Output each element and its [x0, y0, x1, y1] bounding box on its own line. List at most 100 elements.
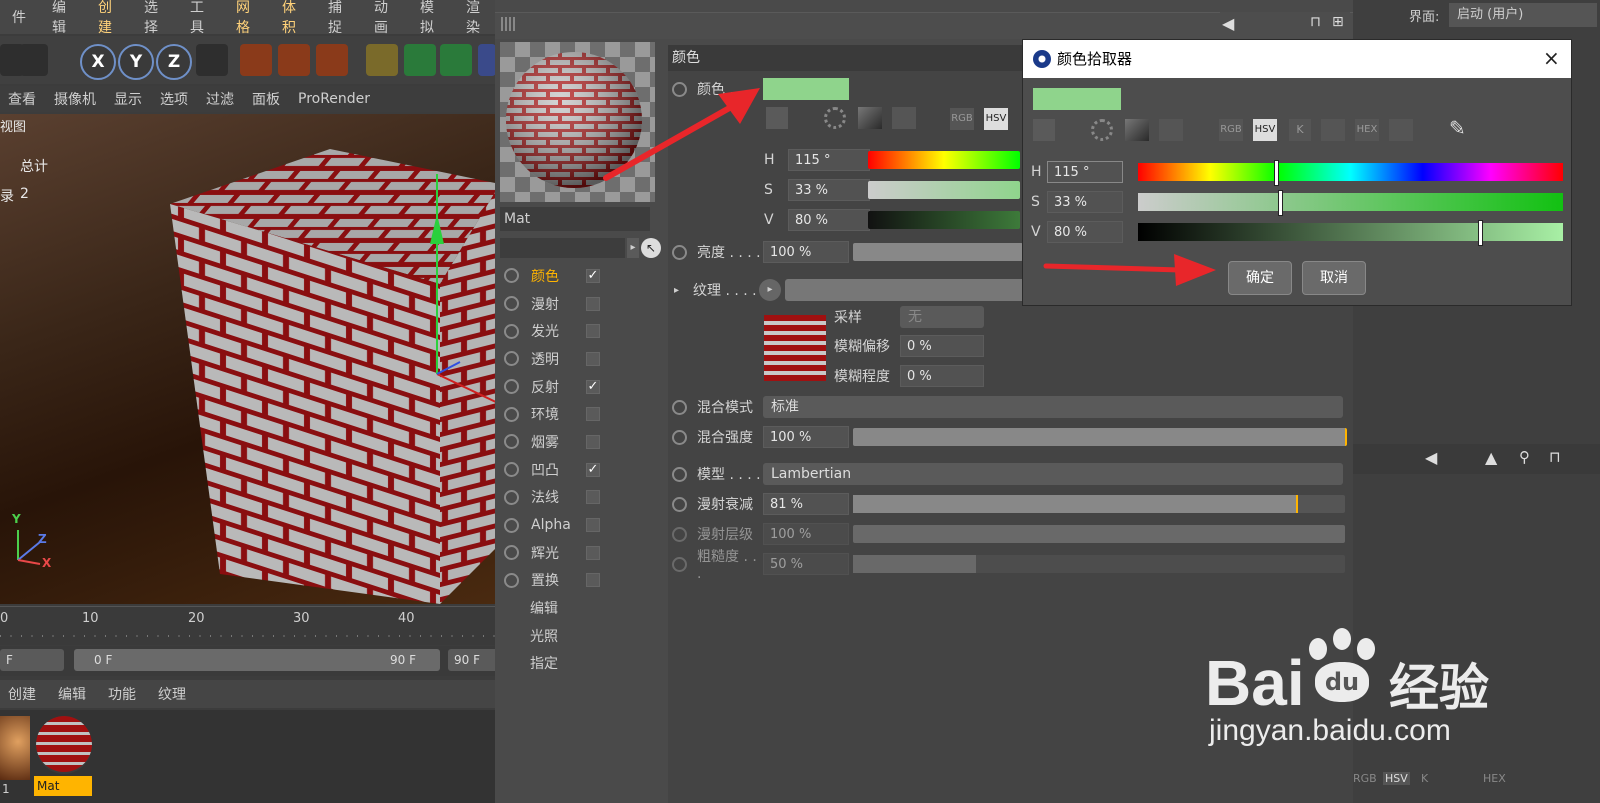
channel-checkbox[interactable]: [586, 490, 600, 505]
channel-radio[interactable]: [504, 462, 519, 478]
view-menu-item[interactable]: 过滤: [206, 89, 234, 109]
y-axis-button[interactable]: Y: [118, 44, 154, 80]
section-illumination[interactable]: 光照: [500, 622, 660, 650]
hex-mode-button[interactable]: HEX: [1355, 119, 1379, 141]
mix-mode-dropdown[interactable]: 标准: [763, 396, 1343, 418]
channel-checkbox[interactable]: ✓: [586, 268, 600, 283]
blur-scale-field[interactable]: 0 %: [900, 365, 984, 387]
sampling-dropdown[interactable]: 无: [900, 306, 984, 328]
ok-button[interactable]: 确定: [1228, 261, 1292, 295]
frame-range-slider[interactable]: 0 F 90 F: [74, 649, 440, 671]
channel-radio[interactable]: [504, 545, 519, 561]
swatches-icon[interactable]: [1389, 119, 1413, 141]
channel-fog[interactable]: 烟雾: [500, 428, 660, 456]
rgb-mode-button[interactable]: RGB: [1353, 772, 1377, 785]
search-icon[interactable]: ⚲: [1519, 448, 1530, 466]
coordinate-system-icon[interactable]: [196, 44, 228, 76]
saturation-thumb[interactable]: [1278, 190, 1284, 216]
matmgr-menu-item[interactable]: 功能: [108, 684, 136, 704]
menu-item[interactable]: 渲染: [466, 0, 486, 37]
spectrum-square-icon[interactable]: [858, 107, 882, 129]
param-radio[interactable]: [672, 466, 687, 482]
value-field[interactable]: 80 %: [788, 209, 870, 231]
expand-arrow-icon[interactable]: ▸: [674, 285, 679, 296]
hsv-mode-button[interactable]: HSV: [1253, 119, 1277, 141]
deformer-icon[interactable]: [478, 44, 496, 76]
channel-checkbox[interactable]: [586, 434, 600, 449]
hex-mode-button[interactable]: HEX: [1483, 772, 1506, 785]
menu-item[interactable]: 捕捉: [328, 0, 348, 37]
channel-glow[interactable]: 辉光: [500, 539, 660, 567]
menu-item[interactable]: 编辑: [52, 0, 72, 37]
mix-strength-slider[interactable]: [853, 428, 1347, 446]
channel-bump[interactable]: 凹凸 ✓: [500, 456, 660, 484]
channel-radio[interactable]: [504, 296, 519, 312]
picker-value-slider[interactable]: [1138, 220, 1563, 246]
material-search-field[interactable]: [500, 238, 625, 258]
pointer-icon[interactable]: ↖: [641, 238, 661, 258]
channel-color[interactable]: 颜色 ✓: [500, 262, 660, 290]
param-radio[interactable]: [672, 496, 687, 512]
picker-value-field[interactable]: 80 %: [1047, 221, 1123, 243]
kelvin-mode-button[interactable]: K: [1421, 772, 1428, 785]
channel-radio[interactable]: [504, 434, 519, 450]
material-thumb-1[interactable]: [0, 716, 30, 780]
diffuse-level-field[interactable]: 100 %: [763, 523, 849, 545]
value-slider[interactable]: [868, 211, 1020, 229]
channel-displacement[interactable]: 置换: [500, 567, 660, 595]
view-menu-item[interactable]: 摄像机: [54, 89, 96, 109]
channel-checkbox[interactable]: [586, 518, 600, 533]
param-radio[interactable]: [672, 429, 687, 445]
brightness-slider[interactable]: [853, 243, 1023, 261]
saturation-slider[interactable]: [868, 181, 1020, 199]
matmgr-menu-item[interactable]: 编辑: [58, 684, 86, 704]
picker-hue-slider[interactable]: [1138, 160, 1563, 186]
diffuse-level-slider[interactable]: [853, 525, 1345, 543]
matmgr-menu-item[interactable]: 纹理: [158, 684, 186, 704]
material-name-field[interactable]: Mat: [500, 207, 650, 231]
spectrum-icon[interactable]: [1033, 119, 1055, 141]
channel-checkbox[interactable]: ✓: [586, 462, 600, 477]
eyedropper-icon[interactable]: ✎: [1449, 116, 1466, 140]
x-axis-button[interactable]: X: [80, 44, 116, 80]
channel-checkbox[interactable]: [586, 351, 600, 366]
color-swatch[interactable]: [763, 78, 849, 100]
channel-checkbox[interactable]: ✓: [586, 379, 600, 394]
texture-menu-button[interactable]: ▸: [759, 279, 782, 301]
cancel-button[interactable]: 取消: [1302, 261, 1366, 295]
start-frame-field[interactable]: F: [0, 649, 64, 671]
render-view-icon[interactable]: [240, 44, 272, 76]
menu-item[interactable]: 动画: [374, 0, 394, 37]
subdivision-icon[interactable]: [440, 44, 472, 76]
lock-icon[interactable]: ⊓: [1549, 448, 1561, 466]
menu-item[interactable]: 工具: [190, 0, 210, 37]
back-arrow-icon[interactable]: ◀: [1222, 14, 1234, 33]
roughness-slider[interactable]: [853, 555, 1345, 573]
texture-slot[interactable]: [785, 279, 1026, 301]
channel-checkbox[interactable]: [586, 324, 600, 339]
menu-item[interactable]: 模拟: [420, 0, 440, 37]
render-picture-viewer-icon[interactable]: [278, 44, 310, 76]
menu-item[interactable]: 件: [12, 7, 26, 27]
up-arrow-icon[interactable]: ▲: [1485, 448, 1497, 467]
render-settings-icon[interactable]: [316, 44, 348, 76]
menu-item[interactable]: 选择: [144, 0, 164, 37]
color-wheel-icon[interactable]: [1091, 119, 1113, 141]
value-thumb[interactable]: [1478, 220, 1483, 246]
channel-checkbox[interactable]: [586, 407, 600, 422]
material-name-active[interactable]: Mat: [34, 776, 92, 796]
picture-icon[interactable]: [1159, 119, 1183, 141]
rgb-mode-button[interactable]: RGB: [950, 108, 974, 130]
z-axis-button[interactable]: Z: [156, 44, 192, 80]
end-frame-field[interactable]: 90 F: [448, 649, 498, 671]
view-menu-item[interactable]: 查看: [8, 89, 36, 109]
channel-radio[interactable]: [504, 572, 519, 588]
pen-tool-icon[interactable]: [366, 44, 398, 76]
rgb-mode-button[interactable]: RGB: [1219, 119, 1243, 141]
menu-item[interactable]: 网格: [236, 0, 256, 37]
hsv-mode-button[interactable]: HSV: [1383, 772, 1410, 785]
model-dropdown[interactable]: Lambertian: [763, 463, 1343, 485]
section-editor[interactable]: 编辑: [500, 594, 660, 622]
param-radio[interactable]: [672, 526, 687, 542]
3d-viewport[interactable]: 视图 总计 录 2 Y Z X: [0, 114, 500, 604]
